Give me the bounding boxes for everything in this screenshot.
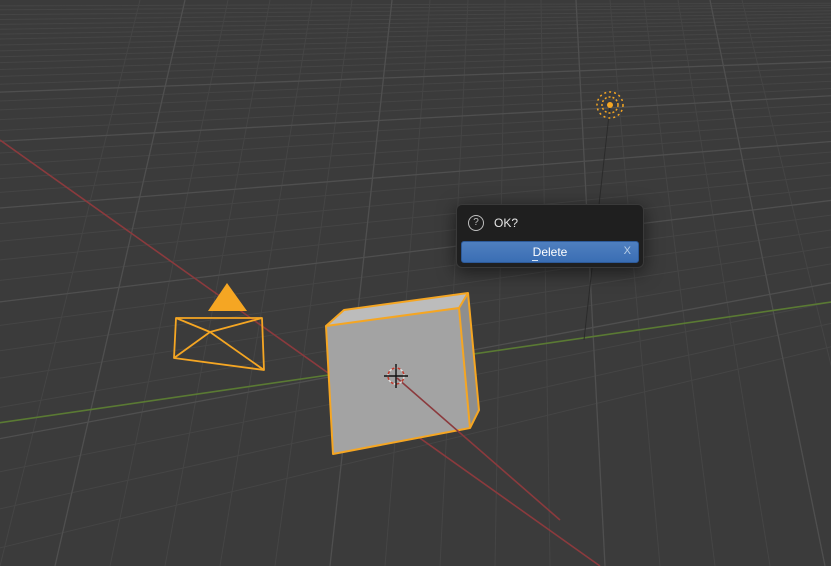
viewport-3d[interactable]: ? OK? Delete X xyxy=(0,0,831,566)
delete-shortcut: X xyxy=(624,245,631,257)
confirm-popup: ? OK? Delete X xyxy=(456,204,644,268)
question-icon: ? xyxy=(468,215,484,231)
scene-svg xyxy=(0,0,831,566)
delete-button[interactable]: Delete X xyxy=(461,241,639,263)
delete-label: Delete xyxy=(533,245,568,259)
popup-title: OK? xyxy=(494,216,518,230)
popup-header: ? OK? xyxy=(460,208,640,240)
